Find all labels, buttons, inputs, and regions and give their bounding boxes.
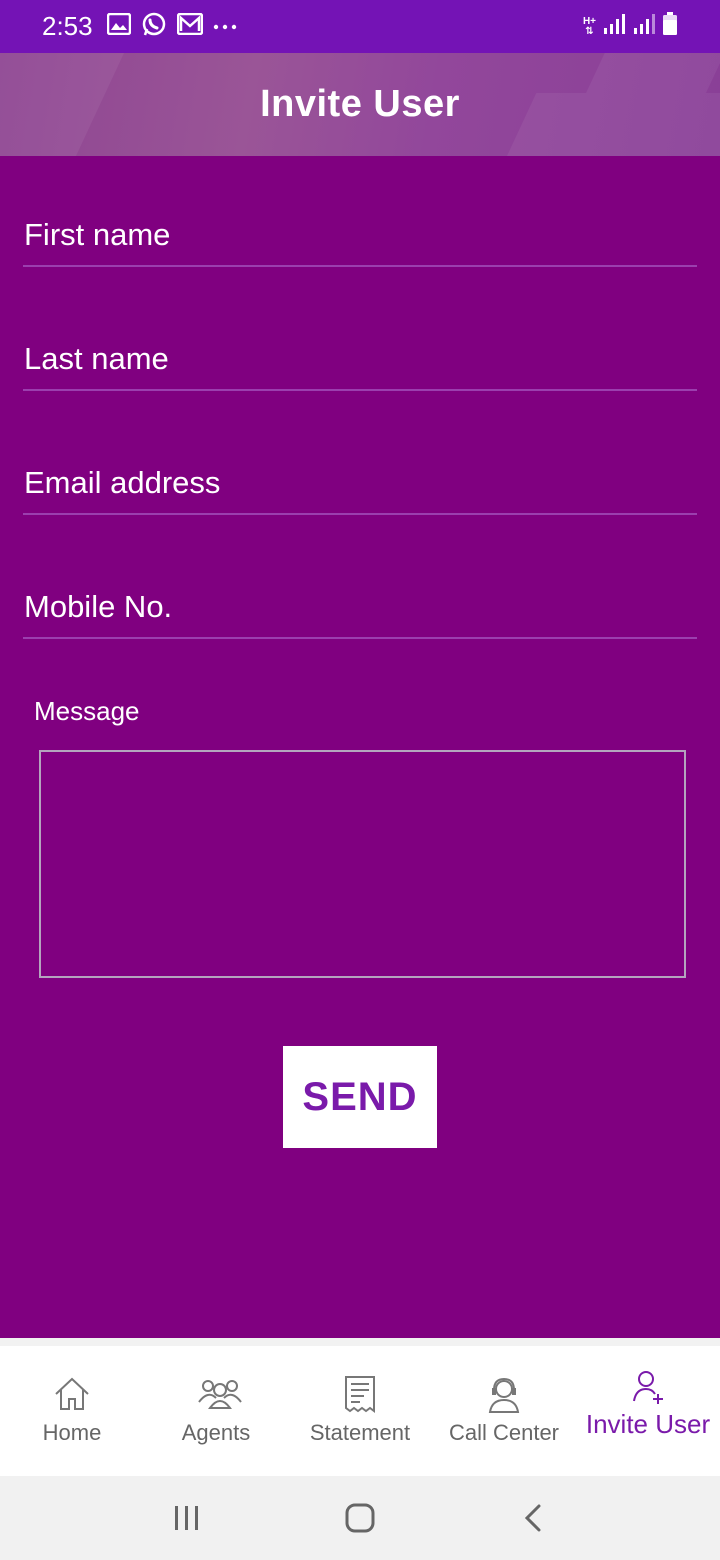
first-name-field-container bbox=[23, 205, 697, 267]
battery-icon bbox=[662, 12, 678, 41]
mobile-field-container bbox=[23, 577, 697, 639]
statement-icon bbox=[340, 1374, 380, 1414]
last-name-field-container bbox=[23, 329, 697, 391]
signal-icon bbox=[602, 13, 626, 40]
mobile-input[interactable] bbox=[23, 577, 697, 637]
agents-icon bbox=[196, 1374, 242, 1414]
nav-item-agents[interactable]: Agents bbox=[144, 1346, 288, 1476]
email-input[interactable] bbox=[23, 453, 697, 513]
bottom-nav-divider bbox=[0, 1338, 720, 1346]
nav-item-call-center[interactable]: Call Center bbox=[432, 1346, 576, 1476]
gmail-icon bbox=[176, 12, 203, 40]
network-label: H+ bbox=[582, 15, 596, 27]
home-button-icon[interactable] bbox=[330, 1488, 390, 1548]
nav-item-statement[interactable]: Statement bbox=[288, 1346, 432, 1476]
more-dots-icon bbox=[213, 18, 237, 36]
signal-icon-2 bbox=[632, 13, 656, 40]
first-name-input[interactable] bbox=[23, 205, 697, 265]
nav-label-call-center: Call Center bbox=[448, 1420, 560, 1445]
page-title: Invite User bbox=[260, 83, 460, 125]
bottom-nav: Home Agents Statement Call Center Invite… bbox=[0, 1346, 720, 1476]
nav-item-home[interactable]: Home bbox=[0, 1346, 144, 1476]
nav-item-invite-user[interactable]: Invite User bbox=[576, 1346, 720, 1476]
whatsapp-icon bbox=[141, 11, 167, 42]
app-header: Invite User bbox=[0, 53, 720, 156]
back-icon[interactable] bbox=[503, 1488, 563, 1548]
system-nav-bar bbox=[0, 1476, 720, 1560]
call-center-icon bbox=[484, 1374, 524, 1414]
nav-label-invite-user: Invite User bbox=[585, 1409, 711, 1439]
message-label: Message bbox=[34, 696, 140, 726]
last-name-input[interactable] bbox=[23, 329, 697, 389]
send-button[interactable]: SEND bbox=[283, 1046, 437, 1148]
status-icons-left bbox=[106, 11, 237, 42]
hplus-network-icon: H+ ⇅ bbox=[582, 15, 596, 37]
status-bar: 2:53 H+ ⇅ bbox=[0, 0, 720, 53]
home-icon bbox=[52, 1374, 92, 1414]
status-time: 2:53 bbox=[42, 11, 93, 41]
invite-user-screen: 2:53 H+ ⇅ Invite User First name Last na… bbox=[0, 0, 720, 1560]
nav-label-agents: Agents bbox=[181, 1420, 251, 1445]
gallery-icon bbox=[106, 12, 131, 40]
status-icons-right: H+ ⇅ bbox=[583, 12, 678, 41]
nav-label-statement: Statement bbox=[309, 1420, 411, 1445]
message-box bbox=[39, 750, 686, 978]
email-field-container bbox=[23, 453, 697, 515]
recent-apps-icon[interactable] bbox=[157, 1488, 217, 1548]
nav-label-home: Home bbox=[42, 1420, 102, 1445]
message-textarea[interactable] bbox=[41, 752, 684, 976]
invite-user-icon bbox=[628, 1367, 668, 1407]
